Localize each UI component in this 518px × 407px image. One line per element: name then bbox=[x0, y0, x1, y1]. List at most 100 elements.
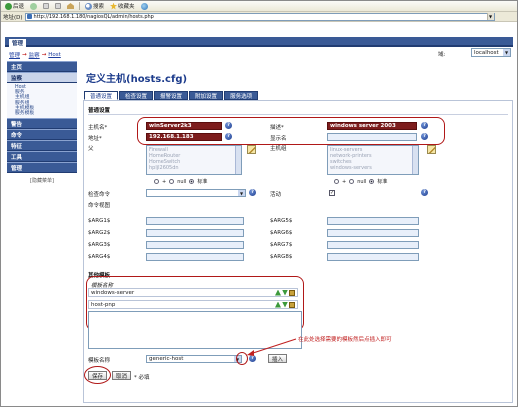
template-row[interactable]: windows-server bbox=[88, 288, 298, 297]
parent-option: + null 标准 bbox=[154, 178, 207, 185]
home-button[interactable] bbox=[65, 2, 76, 11]
tab-additional[interactable]: 附加设置 bbox=[189, 91, 224, 100]
arg7-input[interactable] bbox=[327, 241, 419, 249]
help-icon[interactable]: ? bbox=[225, 133, 232, 140]
side-menu: 主页 监察 Host 服务 主机组 服务组 主机模板 服务模板 警告 命令 特征… bbox=[7, 61, 77, 184]
form-tabs: 普通设置 检查设置 报警设置 附加设置 服务选项 bbox=[84, 91, 259, 100]
menu-item-command[interactable]: 命令 bbox=[7, 129, 77, 141]
radio-label: null bbox=[357, 178, 367, 185]
command-view-label: 命令视图 bbox=[88, 203, 111, 209]
radio-null[interactable] bbox=[169, 179, 175, 184]
search-button[interactable]: 搜索 bbox=[83, 2, 106, 11]
hide-menu-link[interactable]: [隐藏菜单] bbox=[7, 177, 77, 184]
address-input[interactable]: 192.168.1.183 bbox=[146, 133, 222, 141]
chevron-down-icon[interactable]: ▼ bbox=[486, 13, 494, 20]
menu-item-feature[interactable]: 特征 bbox=[7, 140, 77, 152]
radio-standard[interactable] bbox=[189, 179, 195, 184]
radio-plus[interactable] bbox=[334, 179, 339, 184]
radio-standard[interactable] bbox=[369, 179, 375, 184]
top-nav: 管理 bbox=[5, 37, 513, 47]
arg6-input[interactable] bbox=[327, 229, 419, 237]
hostgroups-label: 主机组 bbox=[270, 146, 287, 152]
forward-icon bbox=[30, 2, 38, 10]
list-item[interactable]: hpljl2605dn bbox=[149, 165, 239, 171]
tab-admin[interactable]: 管理 bbox=[9, 39, 27, 47]
delete-icon[interactable] bbox=[289, 289, 295, 296]
stop-button[interactable] bbox=[41, 2, 51, 11]
menu-item-tools[interactable]: 工具 bbox=[7, 151, 77, 163]
help-icon[interactable]: ? bbox=[421, 122, 428, 129]
template-row[interactable]: host-pnp bbox=[88, 300, 298, 309]
menu-item-monitor[interactable]: 监察 bbox=[7, 72, 77, 83]
radio-plus[interactable] bbox=[154, 179, 159, 184]
browser-window: 后退 搜索 收藏夹 地址(D) http://192.168.1.180/nag… bbox=[0, 0, 518, 407]
back-button[interactable]: 后退 bbox=[3, 2, 26, 11]
annotation-arrow bbox=[247, 338, 297, 356]
menu-item-admin[interactable]: 管理 bbox=[7, 162, 77, 174]
hostgroup-option: + null 标准 bbox=[334, 178, 387, 185]
edit-icon[interactable] bbox=[427, 145, 436, 154]
parent-list[interactable]: Firewall HomeRouter HomeSwitch hpljl2605… bbox=[146, 145, 242, 175]
edit-icon[interactable] bbox=[247, 145, 256, 154]
breadcrumb-monitor[interactable]: 监察 bbox=[29, 51, 40, 59]
scrollbar[interactable] bbox=[235, 146, 241, 174]
refresh-button[interactable] bbox=[53, 2, 63, 11]
delete-icon[interactable] bbox=[289, 301, 295, 308]
move-down-icon[interactable] bbox=[282, 289, 288, 296]
breadcrumb-host[interactable]: Host bbox=[48, 52, 61, 58]
move-up-icon[interactable] bbox=[275, 301, 281, 308]
help-icon[interactable]: ? bbox=[225, 122, 232, 129]
refresh-icon bbox=[55, 3, 62, 9]
submenu-item-service-template[interactable]: 服务模板 bbox=[15, 111, 77, 116]
domain-select[interactable]: localhost ▼ bbox=[471, 48, 511, 57]
arg-label: $ARG4$ bbox=[88, 254, 111, 260]
arg4-input[interactable] bbox=[146, 253, 244, 261]
list-item[interactable]: windows-servers bbox=[330, 165, 416, 171]
move-down-icon[interactable] bbox=[282, 301, 288, 308]
page-icon bbox=[26, 14, 32, 19]
alias-input[interactable]: windows server 2003 bbox=[327, 122, 417, 130]
favorites-button[interactable]: 收藏夹 bbox=[108, 2, 137, 11]
back-icon bbox=[5, 2, 12, 10]
move-up-icon[interactable] bbox=[275, 289, 281, 296]
annotation-text: 在此处选择需要的模板然后点插入即可 bbox=[298, 337, 392, 343]
display-name-input[interactable] bbox=[327, 133, 417, 141]
section-title-templates: 其他模板 bbox=[88, 273, 111, 279]
help-icon[interactable]: ? bbox=[421, 133, 428, 140]
arg5-input[interactable] bbox=[327, 217, 419, 225]
arg2-input[interactable] bbox=[146, 229, 244, 237]
menu-item-home[interactable]: 主页 bbox=[7, 61, 77, 72]
required-note: * 必填 bbox=[134, 375, 150, 381]
template-select-value: generic-host bbox=[149, 356, 184, 362]
arg1-input[interactable] bbox=[146, 217, 244, 225]
scrollbar[interactable] bbox=[412, 146, 418, 174]
media-button[interactable] bbox=[139, 2, 150, 11]
stop-icon bbox=[43, 3, 50, 9]
check-command-select[interactable]: ▼ bbox=[146, 189, 246, 197]
arg3-input[interactable] bbox=[146, 241, 244, 249]
help-icon[interactable]: ? bbox=[421, 189, 428, 196]
radio-null[interactable] bbox=[349, 179, 355, 184]
tab-check[interactable]: 检查设置 bbox=[119, 91, 154, 100]
host-name-input[interactable]: winServer2k3 bbox=[146, 122, 222, 130]
active-checkbox[interactable]: ✓ bbox=[329, 190, 335, 196]
menu-item-alert[interactable]: 警告 bbox=[7, 118, 77, 130]
tab-alert[interactable]: 报警设置 bbox=[154, 91, 189, 100]
radio-label: 标准 bbox=[197, 179, 208, 185]
tab-general[interactable]: 普通设置 bbox=[84, 91, 119, 100]
hostgroup-list[interactable]: linux-servers network-printers switches … bbox=[327, 145, 419, 175]
forward-button[interactable] bbox=[28, 2, 39, 11]
help-icon[interactable]: ? bbox=[249, 189, 256, 196]
search-icon bbox=[85, 2, 93, 10]
breadcrumb-admin[interactable]: 管理 bbox=[9, 51, 20, 59]
active-label: 活动 bbox=[270, 192, 282, 198]
radio-label: + bbox=[342, 178, 347, 185]
arg8-input[interactable] bbox=[327, 253, 419, 261]
page: 管理 管理 → 监察 → Host 域: localhost ▼ 主页 监察 H… bbox=[1, 23, 517, 406]
url-input[interactable]: http://192.168.1.180/nagiosQL/admin/host… bbox=[24, 12, 495, 21]
arrow-icon: → bbox=[22, 52, 27, 58]
cancel-button[interactable]: 取消 bbox=[112, 371, 132, 380]
tab-service-options[interactable]: 服务选项 bbox=[224, 91, 259, 100]
template-select[interactable]: generic-host ▼ bbox=[146, 355, 242, 363]
browser-toolbar: 后退 搜索 收藏夹 bbox=[1, 1, 517, 12]
